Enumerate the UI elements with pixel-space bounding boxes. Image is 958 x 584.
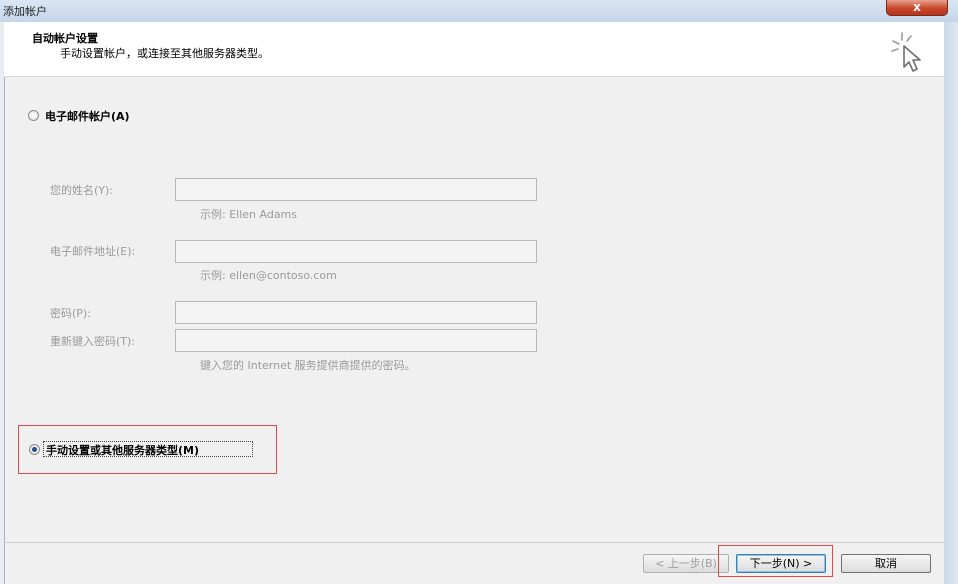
email-label: 电子邮件地址(E): [50, 245, 136, 258]
page-title: 自动帐户设置 [32, 32, 98, 45]
manual-setup-radio[interactable] [29, 444, 40, 455]
email-hint: 示例: ellen@contoso.com [200, 269, 337, 282]
name-label: 您的姓名(Y): [50, 184, 114, 197]
cancel-button[interactable]: 取消 [841, 554, 931, 573]
page-subtitle: 手动设置帐户，或连接至其他服务器类型。 [60, 47, 269, 60]
name-input[interactable] [175, 178, 537, 201]
wizard-cursor-icon [891, 32, 921, 72]
footer-divider [4, 542, 944, 543]
title-bar: 添加帐户 x [0, 0, 958, 22]
password-label: 密码(P): [50, 307, 91, 320]
password-input[interactable] [175, 301, 537, 324]
window-border [944, 22, 958, 584]
email-account-label[interactable]: 电子邮件帐户(A) [45, 108, 130, 124]
retype-password-label: 重新键入密码(T): [50, 335, 136, 348]
back-button[interactable]: < 上一步(B) [643, 554, 729, 573]
email-input[interactable] [175, 240, 537, 263]
name-hint: 示例: Ellen Adams [200, 208, 298, 221]
next-button[interactable]: 下一步(N) > [736, 554, 826, 573]
wizard-header: 自动帐户设置 手动设置帐户，或连接至其他服务器类型。 [4, 22, 944, 77]
window-title: 添加帐户 [3, 5, 47, 18]
manual-setup-label[interactable]: 手动设置或其他服务器类型(M) [46, 442, 199, 458]
email-account-radio[interactable] [28, 110, 39, 121]
password-hint: 键入您的 Internet 服务提供商提供的密码。 [200, 359, 416, 372]
close-button[interactable]: x [886, 0, 948, 16]
retype-password-input[interactable] [175, 329, 537, 352]
